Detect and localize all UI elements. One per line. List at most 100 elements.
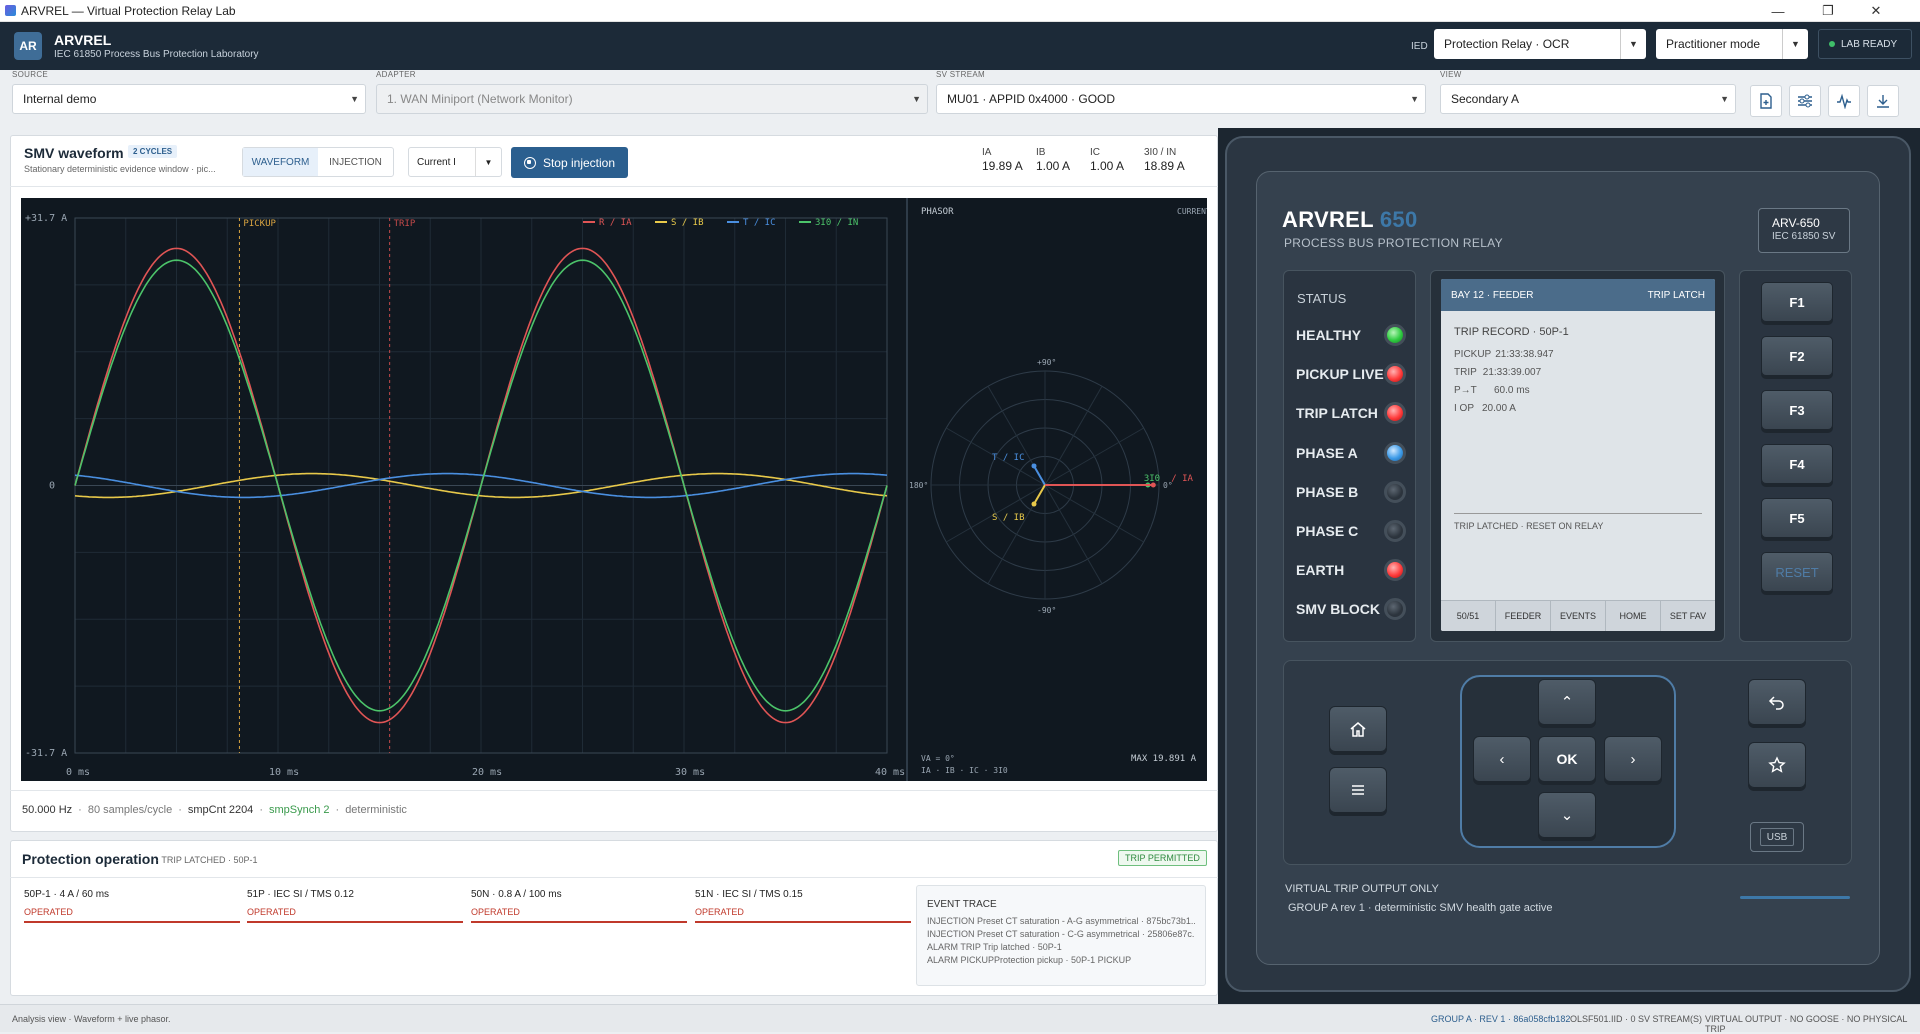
settings-button[interactable] bbox=[1789, 85, 1821, 117]
phasor-label: 3I0 bbox=[1144, 474, 1160, 484]
ok-button[interactable]: OK bbox=[1538, 736, 1596, 782]
chevron-left-icon: ‹ bbox=[1499, 750, 1505, 768]
led-phase-b: PHASE B bbox=[1296, 481, 1406, 503]
status-left: Analysis view · Waveform + live phasor. bbox=[12, 1014, 171, 1024]
measurement-label: 3I0 / IN bbox=[1144, 147, 1177, 158]
app-header: AR ARVREL IEC 61850 Process Bus Protecti… bbox=[0, 22, 1920, 70]
divider bbox=[10, 877, 1218, 878]
phasor-spoke bbox=[1044, 386, 1103, 486]
led-indicator-icon bbox=[1384, 481, 1406, 503]
element-status: OPERATED bbox=[247, 907, 463, 923]
download-button[interactable] bbox=[1867, 85, 1899, 117]
chevron-down-icon: ▼ bbox=[1720, 94, 1729, 104]
lcd-tab-feeder[interactable]: FEEDER bbox=[1496, 601, 1551, 631]
waveform-button[interactable] bbox=[1828, 85, 1860, 117]
led-label: EARTH bbox=[1296, 562, 1345, 578]
tab-injection[interactable]: INJECTION bbox=[318, 148, 393, 176]
adapter-select[interactable]: 1. WAN Miniport (Network Monitor) ▼ bbox=[376, 84, 928, 114]
adapter-value: 1. WAN Miniport (Network Monitor) bbox=[387, 92, 573, 106]
divider bbox=[10, 186, 1218, 187]
left-button[interactable]: ‹ bbox=[1473, 736, 1531, 782]
relay-model-num: 650 bbox=[1379, 207, 1418, 232]
footer-samples: 80 samples/cycle bbox=[87, 804, 173, 816]
element-name: 51P · IEC SI / TMS 0.12 bbox=[247, 889, 354, 900]
close-icon[interactable]: ✕ bbox=[1854, 0, 1898, 22]
view-select[interactable]: Secondary A ▼ bbox=[1440, 84, 1736, 114]
favorite-button[interactable] bbox=[1748, 742, 1806, 788]
ied-select[interactable]: Protection Relay · OCR ▼ bbox=[1434, 29, 1646, 59]
home-button[interactable] bbox=[1329, 706, 1387, 752]
led-label: TRIP LATCH bbox=[1296, 405, 1378, 421]
event-line: INJECTION Preset CT saturation - A-G asy… bbox=[927, 916, 1195, 926]
measurement-3i0: 3I0 / IN 18.89 A bbox=[1144, 147, 1185, 173]
f1-button[interactable]: F1 bbox=[1761, 282, 1833, 322]
download-icon bbox=[1877, 95, 1889, 108]
reset-button[interactable]: RESET bbox=[1761, 552, 1833, 592]
relay-model-tag: ARV-650 IEC 61850 SV bbox=[1758, 208, 1850, 253]
maximize-icon[interactable]: ❐ bbox=[1806, 0, 1850, 22]
mode-select[interactable]: Practitioner mode ▼ bbox=[1656, 29, 1808, 59]
led-indicator-icon bbox=[1384, 402, 1406, 424]
phasor-label: / IA bbox=[1171, 474, 1193, 484]
view-label: VIEW bbox=[1440, 70, 1462, 79]
stop-injection-button[interactable]: Stop injection bbox=[511, 147, 628, 178]
cycles-badge: 2 CYCLES bbox=[128, 145, 178, 158]
right-button[interactable]: › bbox=[1604, 736, 1662, 782]
down-button[interactable]: ⌄ bbox=[1538, 792, 1596, 838]
x-tick-label: 10 ms bbox=[269, 767, 299, 778]
event-line: ALARM TRIP Trip latched · 50P-1 bbox=[927, 942, 1062, 952]
sv-stream-select[interactable]: MU01 · APPID 0x4000 · GOOD ▼ bbox=[936, 84, 1426, 114]
x-tick-label: 0 ms bbox=[66, 767, 90, 778]
chevron-right-icon: › bbox=[1630, 750, 1636, 768]
phasor-head bbox=[1150, 482, 1156, 488]
f2-button[interactable]: F2 bbox=[1761, 336, 1833, 376]
status-output: VIRTUAL OUTPUT · NO GOOSE · NO PHYSICAL … bbox=[1705, 1014, 1908, 1034]
phasor-head bbox=[1031, 501, 1037, 507]
f4-button[interactable]: F4 bbox=[1761, 444, 1833, 484]
relay-brand-text: ARVREL bbox=[1282, 207, 1374, 232]
source-select[interactable]: Internal demo ▼ bbox=[12, 84, 366, 114]
x-tick-label: 20 ms bbox=[472, 767, 502, 778]
document-icon bbox=[1760, 93, 1772, 109]
lcd-header: BAY 12 · FEEDER TRIP LATCH bbox=[1441, 279, 1715, 311]
status-dot-icon bbox=[1829, 41, 1835, 47]
footer-frequency: 50.000 Hz bbox=[22, 804, 73, 816]
lcd-tab-5051[interactable]: 50/51 bbox=[1441, 601, 1496, 631]
menu-icon bbox=[1352, 785, 1364, 795]
footer-smpcnt: smpCnt 2204 bbox=[187, 804, 254, 816]
source-value: Internal demo bbox=[23, 92, 97, 106]
adapter-label: ADAPTER bbox=[376, 70, 416, 79]
usb-label: USB bbox=[1760, 828, 1794, 846]
measurement-label: IC bbox=[1090, 147, 1100, 158]
led-trip-latch: TRIP LATCH bbox=[1296, 402, 1406, 424]
back-button[interactable] bbox=[1748, 679, 1806, 725]
phasor-title: PHASOR bbox=[921, 207, 954, 217]
status-streams: OLSF501.IID · 0 SV STREAM(S) bbox=[1570, 1014, 1703, 1024]
relay-brand: ARVREL 650 bbox=[1282, 207, 1418, 233]
event-trace: EVENT TRACE INJECTION Preset CT saturati… bbox=[916, 885, 1206, 986]
protection-subtitle: · TRIP LATCHED · 50P-1 bbox=[156, 855, 258, 865]
stop-injection-label: Stop injection bbox=[542, 155, 616, 170]
lab-ready-badge: LAB READY bbox=[1818, 29, 1912, 59]
report-button[interactable] bbox=[1750, 85, 1782, 117]
lcd-tab-home[interactable]: HOME bbox=[1606, 601, 1661, 631]
up-button[interactable]: ⌃ bbox=[1538, 679, 1596, 725]
lcd-header-right: TRIP LATCH bbox=[1647, 289, 1705, 301]
f3-button[interactable]: F3 bbox=[1761, 390, 1833, 430]
lcd-value: 21:33:38.947 bbox=[1495, 349, 1554, 360]
lcd-header-left: BAY 12 · FEEDER bbox=[1451, 289, 1534, 301]
measurement-ib: IB 1.00 A bbox=[1036, 147, 1070, 173]
f5-button[interactable]: F5 bbox=[1761, 498, 1833, 538]
lcd-tab-events[interactable]: EVENTS bbox=[1551, 601, 1606, 631]
element-name: 50P-1 · 4 A / 60 ms bbox=[24, 889, 110, 900]
tab-waveform[interactable]: WAVEFORM bbox=[243, 148, 318, 176]
minimize-icon[interactable]: — bbox=[1756, 0, 1800, 22]
quantity-select[interactable]: Current I ▼ bbox=[408, 147, 502, 177]
sliders-icon bbox=[1798, 94, 1812, 108]
relay-subtitle: PROCESS BUS PROTECTION RELAY bbox=[1284, 236, 1503, 250]
measurement-value: 18.89 A bbox=[1144, 159, 1185, 173]
lcd-tab-set-fav[interactable]: SET FAV bbox=[1661, 601, 1715, 631]
status-bar: Analysis view · Waveform + live phasor. … bbox=[0, 1004, 1920, 1034]
menu-button[interactable] bbox=[1329, 767, 1387, 813]
divider bbox=[10, 790, 1218, 791]
